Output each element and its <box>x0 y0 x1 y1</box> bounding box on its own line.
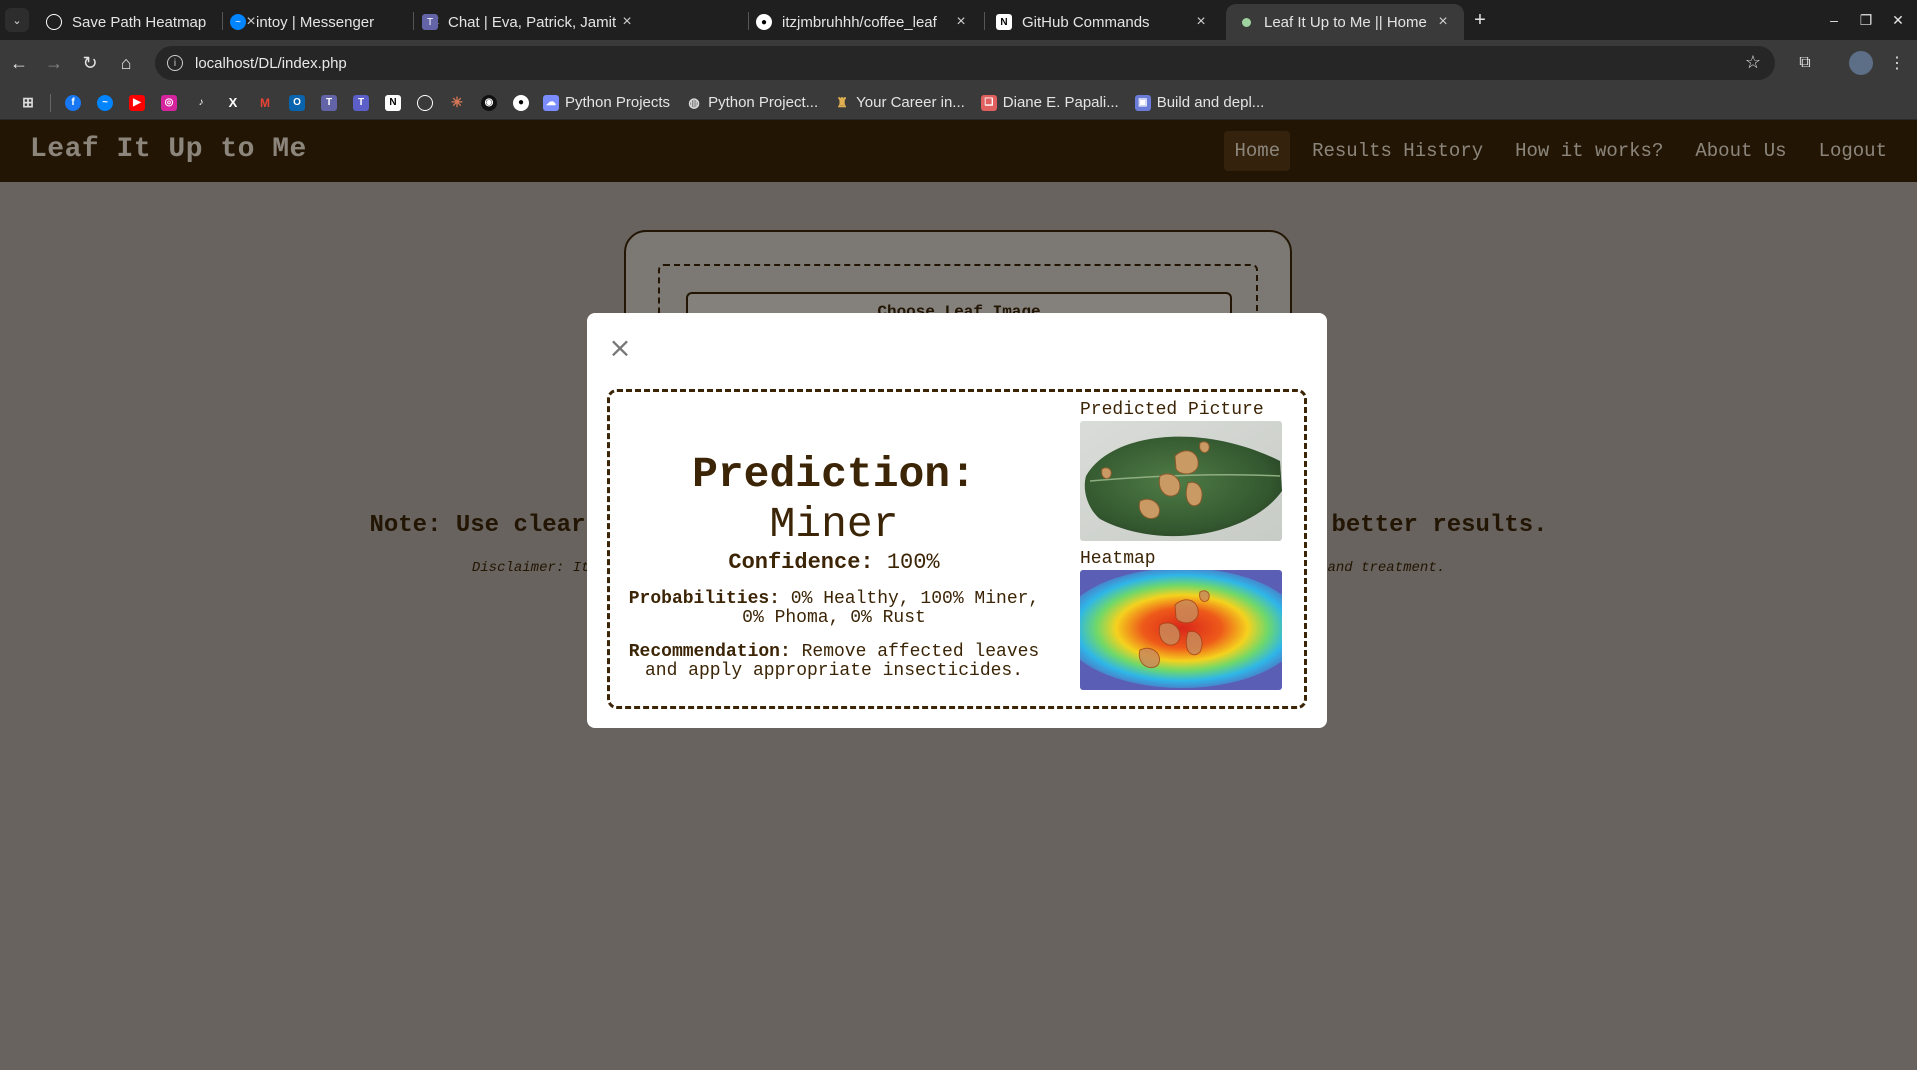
github-icon[interactable]: ● <box>513 94 529 111</box>
deploy-icon: ▣ <box>1134 94 1151 111</box>
bookmark-build-and-deploy[interactable]: ▣ Build and depl... <box>1129 94 1265 111</box>
close-icon[interactable]: × <box>618 13 636 31</box>
predicted-leaf-image <box>1080 421 1282 541</box>
prediction-value: Miner <box>769 500 899 549</box>
result-image-column: Predicted Picture Heatmap <box>1080 400 1284 690</box>
site-info-icon[interactable]: i <box>167 55 183 71</box>
tab-teams-chat[interactable]: T Chat | Eva, Patrick, Jamit × <box>410 4 648 40</box>
menu-kebab-icon[interactable]: ⋮ <box>1884 50 1910 76</box>
browser-tab-strip: ⌄ Save Path Heatmap × ~ intoy | Messenge… <box>0 0 1917 40</box>
new-tab-plus-icon[interactable]: + <box>1468 8 1492 32</box>
tab-github-commands[interactable]: N GitHub Commands × <box>984 4 1222 40</box>
openai-icon <box>46 14 62 30</box>
profile-avatar[interactable] <box>1848 50 1874 76</box>
close-window-icon[interactable]: ✕ <box>1884 8 1912 32</box>
address-text: localhost/DL/index.php <box>195 54 347 72</box>
back-icon[interactable]: ← <box>6 50 32 76</box>
notion-icon[interactable]: N <box>385 94 401 111</box>
gmail-icon[interactable]: M <box>257 95 273 111</box>
minimize-icon[interactable]: – <box>1820 8 1848 32</box>
drive-icon: ☁ <box>543 94 559 111</box>
bookmark-label: Build and depl... <box>1156 94 1265 111</box>
probabilities-value: 0% Healthy, 100% Miner, 0% Phoma, 0% Rus… <box>742 589 1040 628</box>
close-icon[interactable]: × <box>1434 13 1452 31</box>
recommendation-line: Recommendation: Remove affected leaves a… <box>624 643 1044 681</box>
bookmark-python-project[interactable]: ◍ Python Project... <box>680 94 818 111</box>
bookmark-label: Your Career in... <box>856 94 965 111</box>
tab-title: Leaf It Up to Me || Home <box>1264 13 1427 31</box>
apps-grid-icon[interactable]: ⊞ <box>20 94 36 111</box>
probabilities-label: Probabilities: <box>628 589 780 609</box>
tab-title: Chat | Eva, Patrick, Jamit <box>448 13 617 31</box>
tab-title: GitHub Commands <box>1022 13 1150 31</box>
instagram-icon[interactable]: ◎ <box>161 94 177 111</box>
youtube-icon[interactable]: ▶ <box>129 94 145 111</box>
restore-icon[interactable]: ❐ <box>1852 8 1880 32</box>
browser-toolbar: ← → ↻ ⌂ i localhost/DL/index.php ☆ ⧉ ⋮ <box>0 40 1917 86</box>
close-icon[interactable]: × <box>1192 13 1210 31</box>
bookmark-python-projects[interactable]: ☁ Python Projects <box>537 94 670 111</box>
teams-icon: T <box>422 14 438 30</box>
career-icon: ♜ <box>836 94 848 110</box>
address-bar[interactable]: i localhost/DL/index.php ☆ <box>155 46 1775 80</box>
predicted-picture-caption: Predicted Picture <box>1080 400 1264 420</box>
close-icon[interactable]: × <box>607 334 633 362</box>
tab-title: intoy | Messenger <box>256 13 375 31</box>
tab-title: itzjmbruhhh/coffee_leaf <box>782 13 937 31</box>
bookmark-your-career[interactable]: ♜ Your Career in... <box>828 94 965 111</box>
outlook-icon[interactable]: O <box>289 94 305 111</box>
tab-search-chevron-icon[interactable]: ⌄ <box>5 8 29 32</box>
bookmark-star-icon[interactable]: ☆ <box>1745 52 1761 73</box>
result-box: Prediction: Miner Confidence: 100% Proba… <box>607 389 1307 709</box>
teams-alt-icon[interactable]: T <box>353 94 369 111</box>
recommendation-label: Recommendation: <box>628 642 791 662</box>
bookmark-diane-papali[interactable]: ❑ Diane E. Papali... <box>975 94 1119 111</box>
heatmap-image <box>1080 570 1282 690</box>
messenger-icon[interactable]: ~ <box>97 94 113 111</box>
globe-icon: ◍ <box>688 94 700 110</box>
perplexity-icon[interactable]: ◉ <box>481 94 497 111</box>
close-icon[interactable]: × <box>952 13 970 31</box>
tab-leaf-it-up-home[interactable]: Leaf It Up to Me || Home × <box>1226 4 1464 40</box>
confidence-label: Confidence: <box>728 550 874 575</box>
book-icon: ❑ <box>980 94 997 111</box>
notion-icon: N <box>996 14 1012 30</box>
result-text-column: Prediction: Miner Confidence: 100% Proba… <box>624 450 1044 681</box>
facebook-icon[interactable]: f <box>65 94 81 111</box>
openai-icon[interactable] <box>417 94 433 111</box>
x-icon[interactable]: X <box>225 95 241 111</box>
messenger-icon: ~ <box>230 14 246 30</box>
heatmap-caption: Heatmap <box>1080 549 1156 569</box>
page-icon <box>1242 17 1251 27</box>
tab-title: Save Path Heatmap <box>72 13 207 31</box>
confidence-value: 100% <box>886 550 940 575</box>
home-icon[interactable]: ⌂ <box>113 50 139 76</box>
bookmark-label: Python Project... <box>708 94 819 111</box>
teams-icon[interactable]: T <box>321 94 337 111</box>
extensions-icon[interactable]: ⧉ <box>1792 50 1818 76</box>
prediction-line: Prediction: Miner <box>624 450 1044 550</box>
tab-github-repo[interactable]: ● itzjmbruhhh/coffee_leaf × <box>744 4 982 40</box>
bookmark-label: Diane E. Papali... <box>1002 94 1119 111</box>
claude-icon[interactable]: ✳ <box>449 94 465 111</box>
reload-icon[interactable]: ↻ <box>77 50 103 76</box>
probabilities-line: Probabilities: 0% Healthy, 100% Miner, 0… <box>624 590 1044 628</box>
github-icon: ● <box>756 14 772 30</box>
prediction-modal: × Prediction: Miner Confidence: 100% Pro… <box>587 313 1327 728</box>
bookmarks-bar: ⊞ f ~ ▶ ◎ ♪ X M O T T N ✳ ◉ ● ☁ Python P… <box>0 86 1917 120</box>
page-content: Leaf It Up to Me Home Results History Ho… <box>0 120 1917 1070</box>
prediction-label: Prediction: <box>692 450 976 499</box>
confidence-line: Confidence: 100% <box>624 550 1044 576</box>
forward-icon[interactable]: → <box>41 50 67 76</box>
tiktok-icon[interactable]: ♪ <box>193 95 209 111</box>
bookmark-label: Python Projects <box>565 94 671 111</box>
